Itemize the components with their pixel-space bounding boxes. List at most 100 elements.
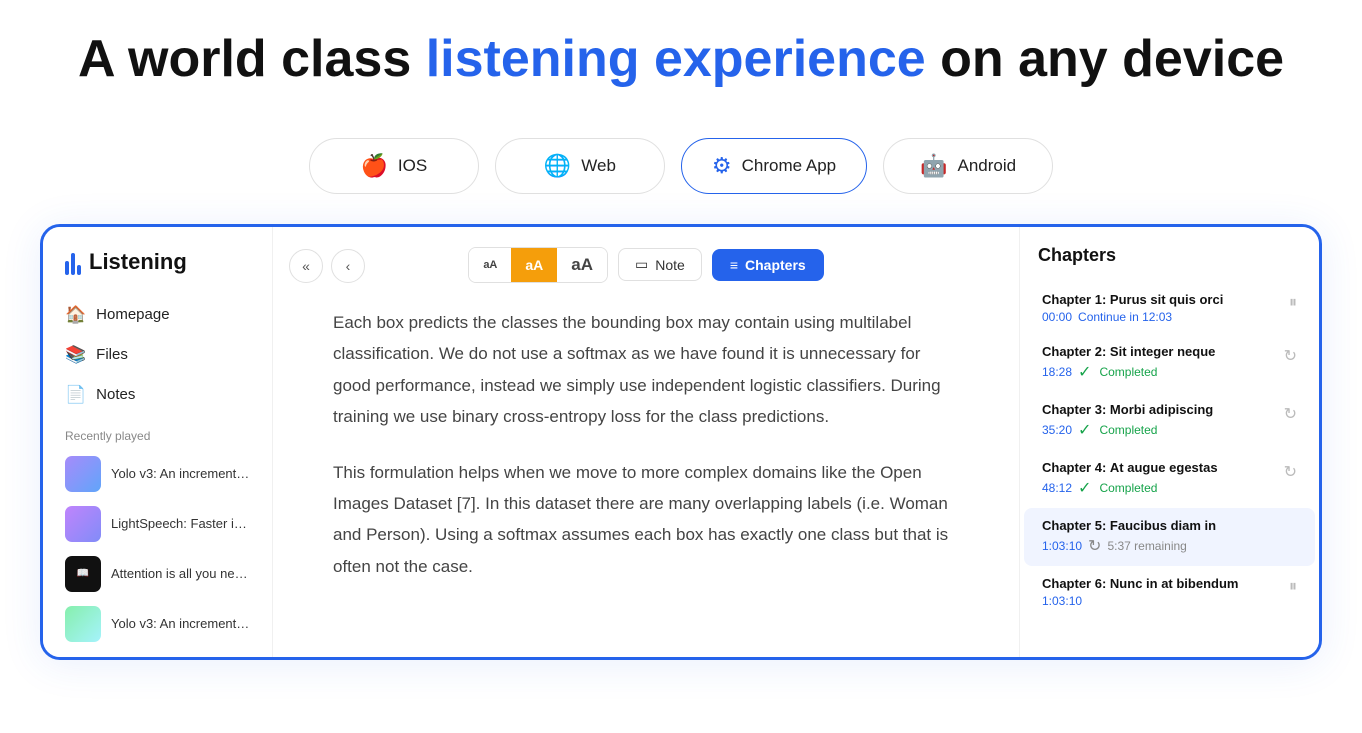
- chapter-5-meta: 1:03:10 ↻ 5:37 remaining: [1042, 536, 1216, 556]
- platform-web-label: Web: [581, 156, 616, 176]
- chapter-5-info: Chapter 5: Faucibus diam in 1:03:10 ↻ 5:…: [1042, 518, 1216, 556]
- note-label: Note: [655, 257, 685, 273]
- sidebar-logo: Listening: [43, 249, 272, 295]
- chapter-2-name: Chapter 2: Sit integer neque: [1042, 344, 1215, 359]
- collapse-sidebar-button[interactable]: «: [289, 249, 323, 283]
- logo-bar-1: [65, 261, 69, 275]
- recent-thumb-2: [65, 506, 101, 542]
- platform-buttons: 🍎 IOS 🌐 Web ⚙ Chrome App 🤖 Android: [0, 138, 1362, 194]
- recent-item-1[interactable]: Yolo v3: An incremental...: [43, 449, 272, 499]
- reading-paragraph-2: This formulation helps when we move to m…: [333, 457, 959, 583]
- check-icon-2: ✓: [1078, 362, 1091, 382]
- chapter-6-name: Chapter 6: Nunc in at bibendum: [1042, 576, 1238, 591]
- logo-icon: [65, 249, 81, 275]
- sidebar-item-notes[interactable]: 📄 Notes: [53, 375, 262, 415]
- chapters-panel: Chapters Chapter 1: Purus sit quis orci …: [1019, 227, 1319, 657]
- check-icon-3: ✓: [1078, 420, 1091, 440]
- font-size-group: aA aA aA: [468, 247, 608, 283]
- font-large-button[interactable]: aA: [557, 248, 607, 282]
- chapter-2-meta: 18:28 ✓ Completed: [1042, 362, 1215, 382]
- chapter-6-info: Chapter 6: Nunc in at bibendum 1:03:10: [1042, 576, 1238, 608]
- sidebar-item-homepage[interactable]: 🏠 Homepage: [53, 295, 262, 335]
- recent-thumb-1: [65, 456, 101, 492]
- chapter-1-time: 00:00: [1042, 310, 1072, 324]
- chapter-2-time: 18:28: [1042, 365, 1072, 379]
- chapter-3-name: Chapter 3: Morbi adipiscing: [1042, 402, 1213, 417]
- sidebar-item-notes-label: Notes: [96, 386, 135, 403]
- font-small-button[interactable]: aA: [469, 248, 511, 282]
- chapters-panel-title: Chapters: [1020, 245, 1319, 282]
- sidebar: Listening 🏠 Homepage 📚 Files 📄 Notes Rec…: [43, 227, 273, 657]
- sidebar-nav: 🏠 Homepage 📚 Files 📄 Notes: [43, 295, 272, 415]
- chapter-3-action-icon: ↻: [1284, 402, 1297, 424]
- platform-chrome[interactable]: ⚙ Chrome App: [681, 138, 867, 194]
- notes-icon: 📄: [65, 385, 86, 405]
- chapter-item-2[interactable]: Chapter 2: Sit integer neque 18:28 ✓ Com…: [1024, 334, 1315, 392]
- platform-web[interactable]: 🌐 Web: [495, 138, 665, 194]
- home-icon: 🏠: [65, 305, 86, 325]
- chapter-item-6[interactable]: Chapter 6: Nunc in at bibendum 1:03:10 ⏸: [1024, 566, 1315, 618]
- chapter-item-1[interactable]: Chapter 1: Purus sit quis orci 00:00 Con…: [1024, 282, 1315, 334]
- chapters-icon: ≡: [730, 257, 738, 273]
- chapters-label: Chapters: [745, 257, 806, 273]
- files-icon: 📚: [65, 345, 86, 365]
- main-content: aA aA aA ▭ Note ≡ Chapters Each box pred…: [273, 227, 1019, 657]
- platform-ios[interactable]: 🍎 IOS: [309, 138, 479, 194]
- hero-title-part1: A world class: [78, 30, 426, 88]
- chapter-2-action-icon: ↻: [1284, 344, 1297, 366]
- app-frame-wrapper: Listening 🏠 Homepage 📚 Files 📄 Notes Rec…: [40, 224, 1322, 660]
- chapter-3-status: Completed: [1099, 423, 1157, 437]
- sidebar-item-files-label: Files: [96, 346, 128, 363]
- font-medium-button[interactable]: aA: [511, 248, 557, 282]
- recent-item-2[interactable]: LightSpeech: Faster inf...: [43, 499, 272, 549]
- chapter-6-meta: 1:03:10: [1042, 594, 1238, 608]
- recent-item-3[interactable]: 📖 Attention is all you need...: [43, 549, 272, 599]
- recent-thumb-4: [65, 606, 101, 642]
- recent-title-2: LightSpeech: Faster inf...: [111, 516, 250, 531]
- reading-paragraph-1: Each box predicts the classes the boundi…: [333, 307, 959, 433]
- note-icon: ▭: [635, 256, 648, 273]
- recent-title-1: Yolo v3: An incremental...: [111, 466, 250, 481]
- chapter-2-info: Chapter 2: Sit integer neque 18:28 ✓ Com…: [1042, 344, 1215, 382]
- chapter-1-action-icon: ⏸: [1289, 292, 1297, 312]
- back-button[interactable]: ‹: [331, 249, 365, 283]
- chapter-1-meta: 00:00 Continue in 12:03: [1042, 310, 1223, 324]
- chapter-4-status: Completed: [1099, 481, 1157, 495]
- hero-title-highlight: listening experience: [426, 30, 926, 88]
- hero-section: A world class listening experience on an…: [0, 0, 1362, 110]
- chapter-1-name: Chapter 1: Purus sit quis orci: [1042, 292, 1223, 307]
- hero-title: A world class listening experience on an…: [20, 30, 1342, 90]
- chapter-item-5[interactable]: Chapter 5: Faucibus diam in 1:03:10 ↻ 5:…: [1024, 508, 1315, 566]
- apple-icon: 🍎: [361, 153, 388, 179]
- chapters-button[interactable]: ≡ Chapters: [712, 249, 824, 281]
- web-icon: 🌐: [544, 153, 571, 179]
- chapter-3-time: 35:20: [1042, 423, 1072, 437]
- chapter-2-status: Completed: [1099, 365, 1157, 379]
- chapter-4-name: Chapter 4: At augue egestas: [1042, 460, 1218, 475]
- recent-thumb-3: 📖: [65, 556, 101, 592]
- sidebar-item-homepage-label: Homepage: [96, 306, 169, 323]
- reading-area[interactable]: Each box predicts the classes the boundi…: [273, 297, 1019, 657]
- check-icon-4: ✓: [1078, 478, 1091, 498]
- hero-title-part2: on any device: [926, 30, 1284, 88]
- sidebar-item-files[interactable]: 📚 Files: [53, 335, 262, 375]
- chapter-item-4[interactable]: Chapter 4: At augue egestas 48:12 ✓ Comp…: [1024, 450, 1315, 508]
- recently-played-label: Recently played: [43, 415, 272, 449]
- chapter-5-name: Chapter 5: Faucibus diam in: [1042, 518, 1216, 533]
- chapter-item-3[interactable]: Chapter 3: Morbi adipiscing 35:20 ✓ Comp…: [1024, 392, 1315, 450]
- platform-android[interactable]: 🤖 Android: [883, 138, 1053, 194]
- chapter-5-time: 1:03:10: [1042, 539, 1082, 553]
- recent-title-4: Yolo v3: An incremental...: [111, 616, 250, 631]
- note-button[interactable]: ▭ Note: [618, 248, 702, 281]
- recent-item-4[interactable]: Yolo v3: An incremental...: [43, 599, 272, 649]
- chapter-4-action-icon: ↻: [1284, 460, 1297, 482]
- chapter-3-meta: 35:20 ✓ Completed: [1042, 420, 1213, 440]
- recent-title-3: Attention is all you need...: [111, 566, 250, 581]
- chapter-1-info: Chapter 1: Purus sit quis orci 00:00 Con…: [1042, 292, 1223, 324]
- logo-text: Listening: [89, 249, 187, 275]
- sidebar-controls: « ‹: [273, 249, 365, 283]
- spinner-icon-5: ↻: [1088, 536, 1101, 556]
- chapter-5-status: 5:37 remaining: [1107, 539, 1186, 553]
- chapter-1-status: Continue in 12:03: [1078, 310, 1172, 324]
- chapter-4-meta: 48:12 ✓ Completed: [1042, 478, 1218, 498]
